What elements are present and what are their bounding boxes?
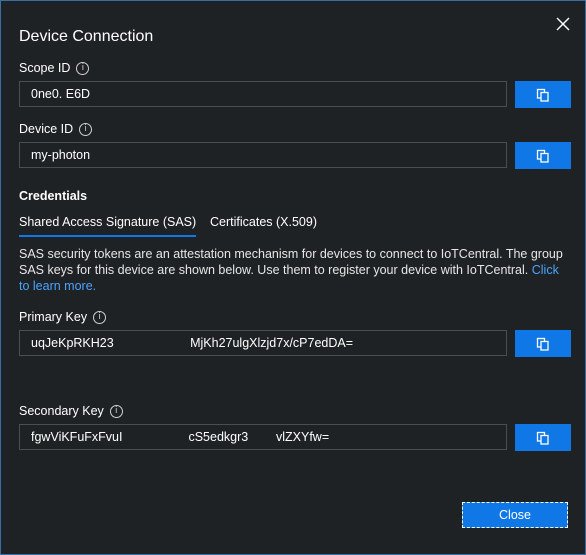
- dialog-title: Device Connection: [19, 28, 154, 45]
- copy-icon: [536, 431, 549, 445]
- info-icon[interactable]: i: [76, 61, 90, 75]
- info-icon[interactable]: i: [93, 310, 107, 324]
- copy-secondary-key-button[interactable]: [515, 424, 571, 451]
- primary-key-label: Primary Key: [19, 310, 88, 324]
- copy-device-id-button[interactable]: [515, 142, 571, 169]
- scope-id-label: Scope ID: [19, 61, 71, 75]
- sas-description: SAS security tokens are an attestation m…: [19, 246, 564, 294]
- device-id-label: Device ID: [19, 122, 74, 136]
- secondary-key-label: Secondary Key: [19, 404, 104, 418]
- copy-primary-key-button[interactable]: [515, 330, 571, 357]
- credentials-title: Credentials: [19, 189, 88, 203]
- device-id-label-row: Device ID i: [19, 122, 93, 136]
- sas-description-text: SAS security tokens are an attestation m…: [19, 247, 563, 277]
- primary-key-label-row: Primary Key i: [19, 310, 107, 324]
- scope-id-label-row: Scope ID i: [19, 61, 90, 75]
- secondary-key-field[interactable]: fgwViKFuFxFvuI cS5edkgr3 vlZXYfw=: [19, 424, 507, 450]
- tab-certificates[interactable]: Certificates (X.509): [210, 215, 317, 235]
- info-icon[interactable]: i: [109, 404, 123, 418]
- secondary-key-label-row: Secondary Key i: [19, 404, 123, 418]
- primary-key-field[interactable]: uqJeKpRKH23 MjKh27ulgXlzjd7x/cP7edDA=: [19, 330, 507, 356]
- info-icon[interactable]: i: [79, 122, 93, 136]
- tab-sas[interactable]: Shared Access Signature (SAS): [19, 215, 197, 237]
- scope-id-field[interactable]: 0ne0. E6D: [19, 81, 507, 107]
- close-icon[interactable]: [554, 15, 572, 33]
- device-id-field[interactable]: my-photon: [19, 142, 507, 168]
- copy-icon: [536, 337, 549, 351]
- copy-icon: [536, 88, 549, 102]
- copy-scope-id-button[interactable]: [515, 81, 571, 108]
- copy-icon: [536, 149, 549, 163]
- device-connection-dialog: Device Connection Scope ID i 0ne0. E6D D…: [0, 0, 586, 555]
- close-button[interactable]: Close: [462, 502, 568, 528]
